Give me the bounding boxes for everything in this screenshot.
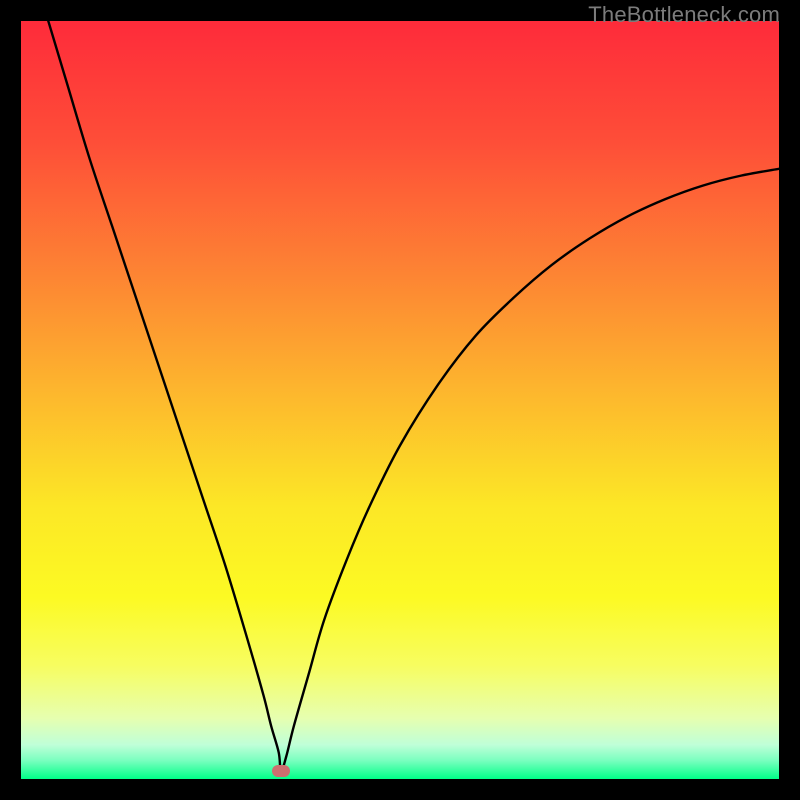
minimum-marker [272,765,290,777]
bottleneck-curve [21,21,779,779]
plot-area [21,21,779,779]
watermark-text: TheBottleneck.com [588,2,780,28]
chart-frame: TheBottleneck.com [0,0,800,800]
